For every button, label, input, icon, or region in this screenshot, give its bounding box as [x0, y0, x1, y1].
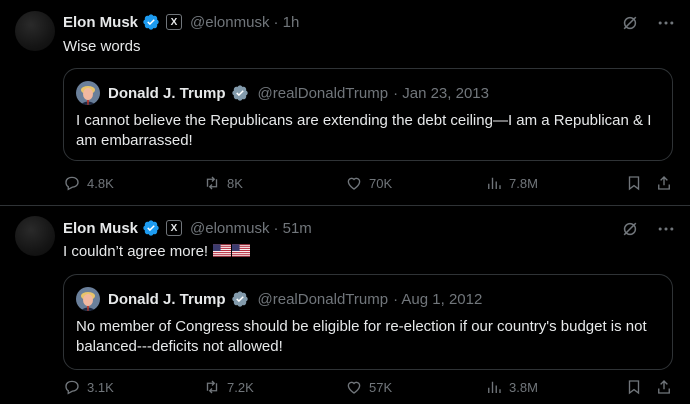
- verified-badge-icon: [143, 220, 159, 236]
- quoted-tweet[interactable]: Donald J. Trump @realDonaldTrump · Jan 2…: [63, 68, 673, 161]
- quoted-author-handle: @realDonaldTrump: [257, 290, 389, 308]
- author-handle[interactable]: @elonmusk: [190, 220, 269, 237]
- like-icon: [347, 177, 361, 190]
- tweet[interactable]: Elon Musk X @elonmusk · 51m I couldn’t a…: [0, 205, 690, 404]
- repost-count: 8K: [227, 175, 243, 191]
- bookmark-button[interactable]: [625, 378, 643, 396]
- more-icon[interactable]: [656, 219, 676, 239]
- tweet-header: Elon Musk X @elonmusk · 51m: [63, 218, 312, 238]
- views-icon: [488, 381, 501, 393]
- tweet-top-actions: [620, 13, 676, 33]
- like-icon: [347, 381, 361, 394]
- reply-count: 3.1K: [87, 379, 114, 395]
- like-button[interactable]: 70K: [345, 174, 392, 192]
- bookmark-button[interactable]: [625, 174, 643, 192]
- verified-badge-icon: [143, 14, 159, 30]
- author-name[interactable]: Elon Musk: [63, 14, 138, 31]
- tweet-top-actions: [620, 219, 676, 239]
- affiliate-badge: X: [166, 220, 183, 236]
- reply-count: 4.8K: [87, 175, 114, 191]
- quoted-tweet-text: I cannot believe the Republicans are ext…: [76, 112, 652, 149]
- tweet-actions: 3.1K 7.2K 57K 3.8M: [63, 378, 675, 398]
- quoted-date: · Aug 1, 2012: [393, 290, 483, 308]
- quoted-avatar: [76, 287, 100, 311]
- quoted-tweet[interactable]: Donald J. Trump @realDonaldTrump · Aug 1…: [63, 274, 673, 370]
- tweet-text: I couldn’t agree more! 🇺🇸🇺🇸: [63, 243, 251, 260]
- author-name[interactable]: Elon Musk: [63, 220, 138, 237]
- repost-count: 7.2K: [227, 379, 254, 395]
- like-count: 70K: [369, 175, 393, 191]
- tweet[interactable]: Elon Musk X @elonmusk · 1h Wise words Do…: [0, 0, 690, 205]
- tweet-header: Elon Musk X @elonmusk · 1h: [63, 12, 299, 32]
- tweet-actions: 4.8K 8K 70K 7.8M: [63, 174, 675, 194]
- repost-button[interactable]: 7.2K: [203, 378, 254, 396]
- repost-icon: [206, 176, 218, 190]
- author-handle[interactable]: @elonmusk: [190, 14, 269, 31]
- avatar[interactable]: [15, 216, 55, 256]
- quoted-author-name: Donald J. Trump: [108, 290, 226, 308]
- views-button[interactable]: 3.8M: [485, 378, 538, 396]
- us-flag-icon: [232, 244, 251, 257]
- grok-icon[interactable]: [620, 13, 640, 33]
- views-button[interactable]: 7.8M: [485, 174, 538, 192]
- verified-badge-icon: [231, 291, 248, 307]
- timestamp[interactable]: · 1h: [273, 14, 299, 31]
- reply-button[interactable]: 4.8K: [63, 174, 114, 192]
- share-icon: [658, 176, 670, 190]
- grok-icon[interactable]: [620, 219, 640, 239]
- reply-icon: [65, 380, 79, 395]
- quoted-author-name: Donald J. Trump: [108, 84, 226, 102]
- quoted-avatar: [76, 81, 100, 105]
- reply-icon: [65, 176, 79, 191]
- avatar[interactable]: [15, 11, 55, 51]
- views-count: 7.8M: [509, 175, 538, 191]
- reply-button[interactable]: 3.1K: [63, 378, 114, 396]
- share-button[interactable]: [655, 378, 673, 396]
- more-icon[interactable]: [656, 13, 676, 33]
- share-icon: [658, 380, 670, 394]
- quoted-tweet-header: Donald J. Trump @realDonaldTrump · Aug 1…: [76, 287, 482, 311]
- bookmark-icon: [628, 380, 640, 395]
- quoted-tweet-text: No member of Congress should be eligible…: [76, 318, 647, 355]
- share-button[interactable]: [655, 174, 673, 192]
- like-count: 57K: [369, 379, 393, 395]
- like-button[interactable]: 57K: [345, 378, 392, 396]
- views-count: 3.8M: [509, 379, 538, 395]
- bookmark-icon: [628, 176, 640, 191]
- repost-icon: [206, 380, 218, 394]
- affiliate-badge: X: [166, 14, 183, 30]
- tweet-text: Wise words: [63, 38, 141, 55]
- verified-badge-icon: [231, 85, 248, 101]
- tweet-text-content: I couldn’t agree more!: [63, 243, 209, 260]
- tweet-text-content: Wise words: [63, 38, 141, 55]
- us-flag-icon: [213, 244, 232, 257]
- quoted-author-handle: @realDonaldTrump: [257, 84, 389, 102]
- quoted-date: · Jan 23, 2013: [393, 84, 489, 102]
- timestamp[interactable]: · 51m: [273, 220, 311, 237]
- repost-button[interactable]: 8K: [203, 174, 243, 192]
- quoted-tweet-header: Donald J. Trump @realDonaldTrump · Jan 2…: [76, 81, 489, 105]
- views-icon: [488, 177, 501, 189]
